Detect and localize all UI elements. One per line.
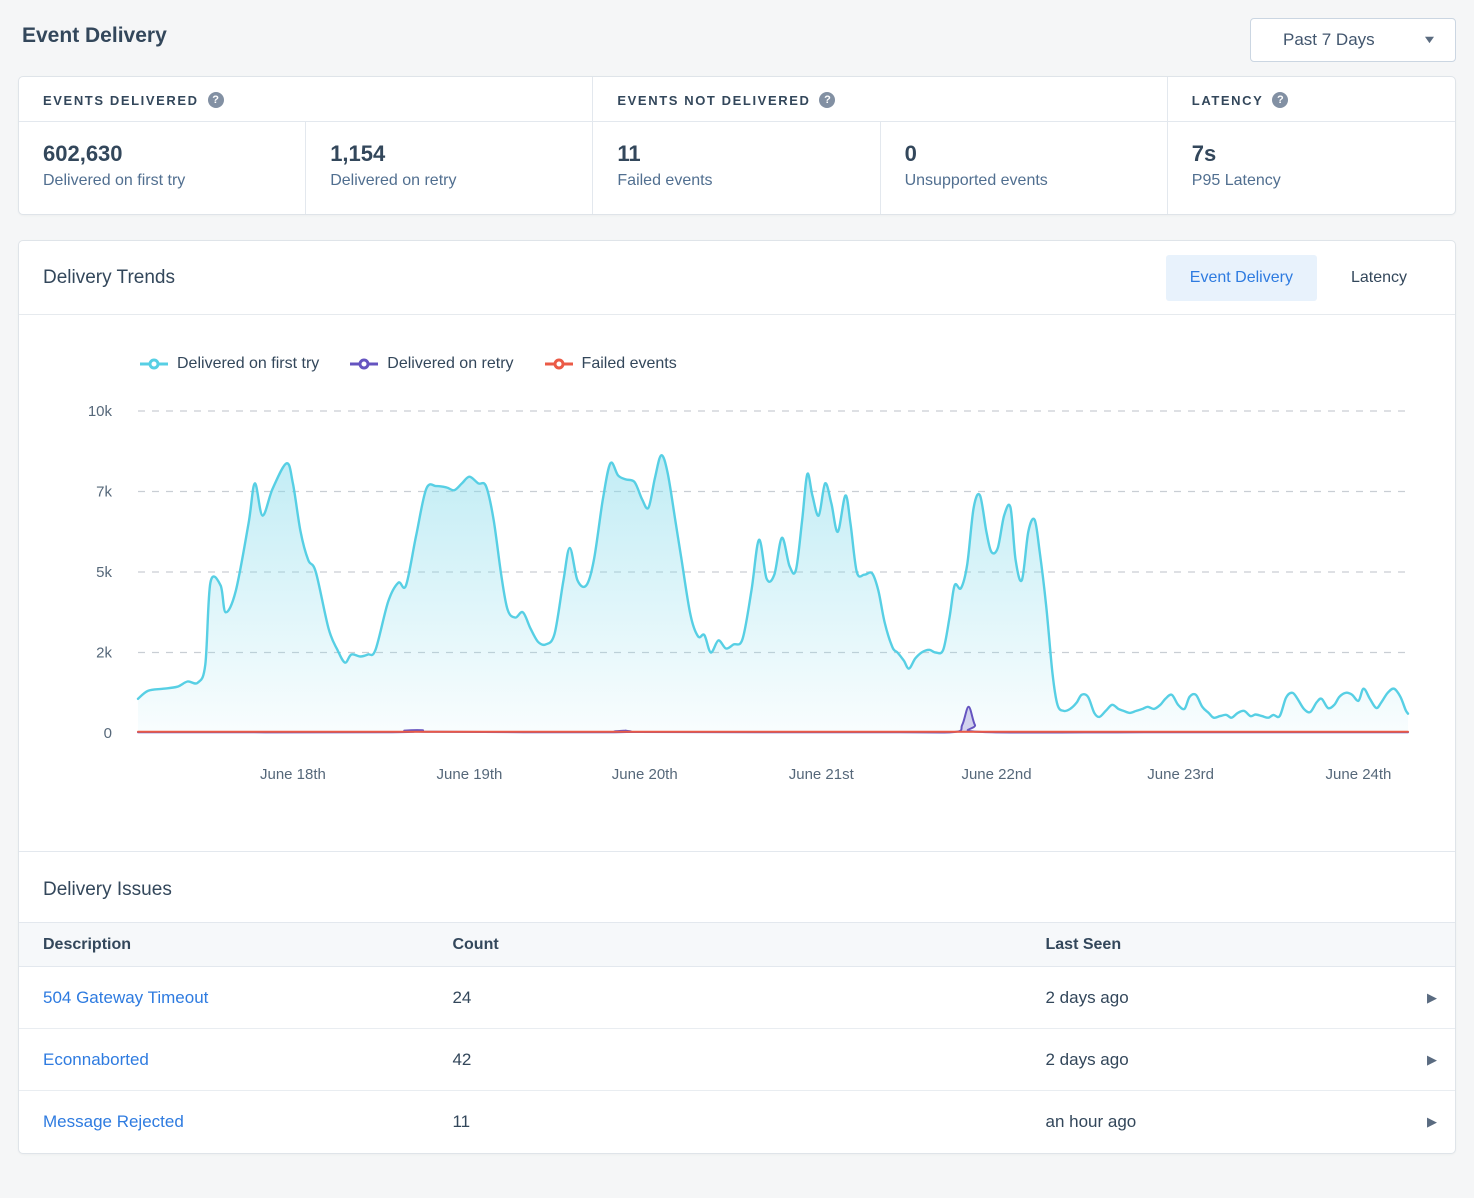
stat-label: P95 Latency [1192,172,1431,190]
legend-item-retry[interactable]: Delivered on retry [349,355,513,373]
stats-group-title-not-delivered: EVENTS NOT DELIVERED ? [592,77,1167,122]
issue-last-seen: 2 days ago [1046,1050,1410,1070]
svg-text:2k: 2k [96,645,112,662]
help-icon[interactable]: ? [1272,92,1288,108]
col-count: Count [452,936,1045,954]
svg-text:7k: 7k [96,484,112,501]
stat-value: 602,630 [43,141,281,167]
issues-table-header: Description Count Last Seen [19,922,1455,967]
stat-label: Unsupported events [905,172,1143,190]
line-marker-icon [349,358,379,370]
stat-label: Delivered on retry [330,172,568,190]
stat-label: Delivered on first try [43,172,281,190]
stats-card: EVENTS DELIVERED ? EVENTS NOT DELIVERED … [18,76,1456,215]
page-title: Event Delivery [18,18,167,48]
table-row[interactable]: Message Rejected 11 an hour ago ▶ [19,1091,1455,1153]
stat-value: 0 [905,141,1143,167]
top-bar: Event Delivery Past 7 Days ▼ [18,18,1456,76]
stats-group-title-latency: LATENCY ? [1168,77,1455,122]
chart-legend: Delivered on first try Delivered on retr… [139,355,1455,373]
svg-text:0: 0 [104,725,112,742]
stat-value: 11 [617,141,855,167]
svg-text:June 18th: June 18th [260,766,326,783]
stat-value: 1,154 [330,141,568,167]
help-icon[interactable]: ? [819,92,835,108]
stats-group-title-delivered: EVENTS DELIVERED ? [19,77,593,122]
svg-text:10k: 10k [88,403,113,420]
trends-header: Delivery Trends Event Delivery Latency [19,241,1455,315]
issue-link[interactable]: Message Rejected [43,1112,452,1132]
stat-latency: 7s P95 Latency [1168,122,1455,214]
svg-text:June 24th: June 24th [1326,766,1392,783]
issues-title: Delivery Issues [43,879,1431,901]
svg-text:5k: 5k [96,564,112,581]
issue-count: 42 [452,1050,1045,1070]
trends-chart-area[interactable]: 0 2k 5k 7k 10k June 18th June 19th June 20th Jun… [19,381,1453,851]
svg-text:June 23rd: June 23rd [1147,766,1214,783]
tab-event-delivery[interactable]: Event Delivery [1166,255,1317,301]
delivery-trends-card: Delivery Trends Event Delivery Latency D… [18,240,1456,1154]
legend-item-first-try[interactable]: Delivered on first try [139,355,319,373]
help-icon[interactable]: ? [208,92,224,108]
trends-tabs: Event Delivery Latency [1166,255,1431,301]
svg-text:June 20th: June 20th [612,766,678,783]
stat-label: Failed events [617,172,855,190]
svg-text:June 22nd: June 22nd [961,766,1031,783]
stat-retry: 1,154 Delivered on retry [306,122,593,214]
line-marker-icon [139,358,169,370]
table-row[interactable]: 504 Gateway Timeout 24 2 days ago ▶ [19,967,1455,1029]
stat-value: 7s [1192,141,1431,167]
issue-last-seen: an hour ago [1046,1112,1410,1132]
issues-header: Delivery Issues [19,851,1455,922]
stat-failed: 11 Failed events [593,122,880,214]
stat-unsupported: 0 Unsupported events [881,122,1168,214]
trends-title: Delivery Trends [43,267,175,289]
chevron-right-icon[interactable]: ▶ [1427,1052,1437,1068]
legend-item-failed[interactable]: Failed events [544,355,677,373]
tab-latency[interactable]: Latency [1327,255,1431,301]
table-row[interactable]: Econnaborted 42 2 days ago ▶ [19,1029,1455,1091]
issue-link[interactable]: 504 Gateway Timeout [43,988,452,1008]
chevron-right-icon[interactable]: ▶ [1427,1114,1437,1130]
stat-first-try: 602,630 Delivered on first try [19,122,306,214]
time-range-dropdown[interactable]: Past 7 Days ▼ [1250,18,1456,62]
line-marker-icon [544,358,574,370]
trends-chart[interactable]: 0 2k 5k 7k 10k June 18th June 19th June 20th Jun… [19,381,1453,851]
issue-link[interactable]: Econnaborted [43,1050,452,1070]
col-last-seen: Last Seen [1046,936,1410,954]
svg-text:June 21st: June 21st [789,766,855,783]
chevron-down-icon: ▼ [1422,34,1437,46]
col-description: Description [43,936,452,954]
issue-count: 24 [452,988,1045,1008]
time-range-value: Past 7 Days [1283,30,1375,50]
issue-last-seen: 2 days ago [1046,988,1410,1008]
issue-count: 11 [452,1112,1045,1132]
chevron-right-icon[interactable]: ▶ [1427,990,1437,1006]
svg-text:June 19th: June 19th [437,766,503,783]
